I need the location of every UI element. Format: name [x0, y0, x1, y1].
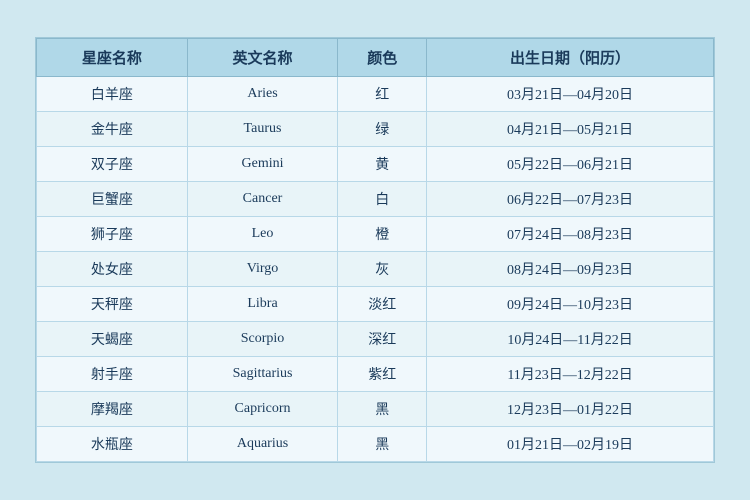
table-row: 处女座Virgo灰08月24日—09月23日	[37, 252, 714, 287]
cell-english-name: Leo	[187, 217, 338, 252]
cell-english-name: Scorpio	[187, 322, 338, 357]
cell-color: 深红	[338, 322, 427, 357]
cell-dates: 03月21日—04月20日	[427, 77, 714, 112]
cell-chinese-name: 天蝎座	[37, 322, 188, 357]
cell-color: 黑	[338, 392, 427, 427]
cell-english-name: Capricorn	[187, 392, 338, 427]
table-row: 射手座Sagittarius紫红11月23日—12月22日	[37, 357, 714, 392]
cell-dates: 09月24日—10月23日	[427, 287, 714, 322]
table-row: 水瓶座Aquarius黑01月21日—02月19日	[37, 427, 714, 462]
cell-english-name: Libra	[187, 287, 338, 322]
table-row: 天秤座Libra淡红09月24日—10月23日	[37, 287, 714, 322]
cell-color: 紫红	[338, 357, 427, 392]
table-body: 白羊座Aries红03月21日—04月20日金牛座Taurus绿04月21日—0…	[37, 77, 714, 462]
header-english-name: 英文名称	[187, 39, 338, 77]
cell-color: 灰	[338, 252, 427, 287]
cell-dates: 10月24日—11月22日	[427, 322, 714, 357]
zodiac-table: 星座名称 英文名称 颜色 出生日期（阳历） 白羊座Aries红03月21日—04…	[36, 38, 714, 462]
cell-color: 橙	[338, 217, 427, 252]
cell-dates: 04月21日—05月21日	[427, 112, 714, 147]
cell-chinese-name: 双子座	[37, 147, 188, 182]
table-row: 摩羯座Capricorn黑12月23日—01月22日	[37, 392, 714, 427]
header-dates: 出生日期（阳历）	[427, 39, 714, 77]
cell-chinese-name: 天秤座	[37, 287, 188, 322]
cell-dates: 11月23日—12月22日	[427, 357, 714, 392]
cell-color: 白	[338, 182, 427, 217]
cell-color: 黄	[338, 147, 427, 182]
cell-chinese-name: 白羊座	[37, 77, 188, 112]
cell-chinese-name: 巨蟹座	[37, 182, 188, 217]
cell-chinese-name: 射手座	[37, 357, 188, 392]
cell-english-name: Aquarius	[187, 427, 338, 462]
zodiac-table-container: 星座名称 英文名称 颜色 出生日期（阳历） 白羊座Aries红03月21日—04…	[35, 37, 715, 463]
cell-color: 黑	[338, 427, 427, 462]
table-row: 狮子座Leo橙07月24日—08月23日	[37, 217, 714, 252]
cell-color: 红	[338, 77, 427, 112]
table-row: 金牛座Taurus绿04月21日—05月21日	[37, 112, 714, 147]
header-color: 颜色	[338, 39, 427, 77]
table-header-row: 星座名称 英文名称 颜色 出生日期（阳历）	[37, 39, 714, 77]
cell-chinese-name: 摩羯座	[37, 392, 188, 427]
cell-dates: 06月22日—07月23日	[427, 182, 714, 217]
cell-chinese-name: 狮子座	[37, 217, 188, 252]
table-row: 白羊座Aries红03月21日—04月20日	[37, 77, 714, 112]
cell-dates: 01月21日—02月19日	[427, 427, 714, 462]
cell-color: 淡红	[338, 287, 427, 322]
cell-english-name: Sagittarius	[187, 357, 338, 392]
cell-dates: 12月23日—01月22日	[427, 392, 714, 427]
header-chinese-name: 星座名称	[37, 39, 188, 77]
table-row: 天蝎座Scorpio深红10月24日—11月22日	[37, 322, 714, 357]
cell-english-name: Aries	[187, 77, 338, 112]
cell-english-name: Cancer	[187, 182, 338, 217]
cell-english-name: Taurus	[187, 112, 338, 147]
table-row: 双子座Gemini黄05月22日—06月21日	[37, 147, 714, 182]
cell-color: 绿	[338, 112, 427, 147]
cell-dates: 07月24日—08月23日	[427, 217, 714, 252]
table-row: 巨蟹座Cancer白06月22日—07月23日	[37, 182, 714, 217]
cell-chinese-name: 处女座	[37, 252, 188, 287]
cell-english-name: Virgo	[187, 252, 338, 287]
cell-english-name: Gemini	[187, 147, 338, 182]
cell-chinese-name: 金牛座	[37, 112, 188, 147]
cell-chinese-name: 水瓶座	[37, 427, 188, 462]
cell-dates: 05月22日—06月21日	[427, 147, 714, 182]
cell-dates: 08月24日—09月23日	[427, 252, 714, 287]
